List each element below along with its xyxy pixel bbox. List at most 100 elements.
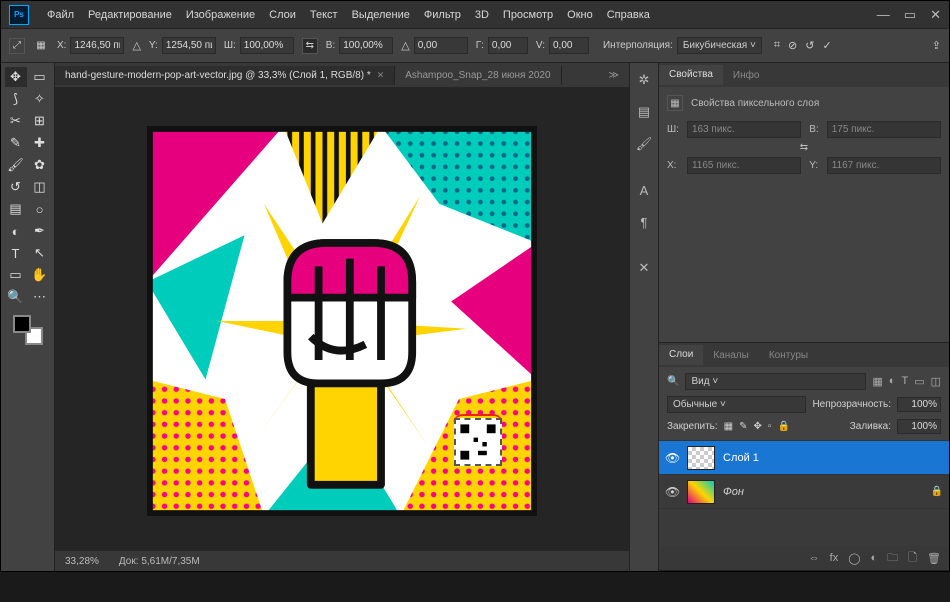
link-layers-icon[interactable]: ⇔: [809, 552, 820, 564]
layer-thumb[interactable]: [687, 480, 715, 504]
tab-properties[interactable]: Свойства: [659, 65, 723, 85]
zoom-tool[interactable]: 🔍: [5, 287, 27, 307]
move-tool[interactable]: ✥: [5, 67, 27, 87]
menu-help[interactable]: Справка: [601, 5, 656, 25]
magic-wand-tool[interactable]: ✧: [29, 89, 51, 109]
tab-paths[interactable]: Контуры: [759, 346, 818, 365]
maximize-button[interactable]: ▭: [904, 7, 916, 23]
lock-artboard-icon[interactable]: ▫: [768, 421, 772, 432]
canvas-viewport[interactable]: 33,28% Док: 5,61M/7,35M: [55, 87, 629, 571]
y-input[interactable]: [162, 37, 216, 54]
stamp-tool[interactable]: ✿: [29, 155, 51, 175]
fg-color-swatch[interactable]: [13, 315, 31, 333]
filter-shape-icon[interactable]: ▭: [914, 375, 924, 388]
collapsed-history-icon[interactable]: ✲: [635, 71, 653, 89]
layer-name[interactable]: Фон: [723, 486, 744, 498]
cancel-transform-icon[interactable]: ⊘: [788, 39, 797, 52]
menu-3d[interactable]: 3D: [469, 5, 495, 25]
shape-tool[interactable]: ▭: [5, 265, 27, 285]
blend-mode-select[interactable]: Обычные ˅: [667, 396, 806, 413]
menu-filter[interactable]: Фильтр: [418, 5, 467, 25]
canvas[interactable]: [147, 126, 537, 516]
edit-toolbar[interactable]: ⋯: [29, 287, 51, 307]
filter-adjust-icon[interactable]: ◐: [889, 375, 896, 388]
close-tab-icon[interactable]: ✕: [377, 70, 385, 81]
lasso-tool[interactable]: ⟆: [5, 89, 27, 109]
history-brush-tool[interactable]: ↺: [5, 177, 27, 197]
heal-tool[interactable]: ✚: [29, 133, 51, 153]
filter-type-icon[interactable]: T: [901, 375, 908, 388]
visibility-toggle-icon[interactable]: 👁: [665, 485, 679, 499]
collapsed-brushes-icon[interactable]: 🖌: [635, 135, 653, 153]
vskew-input[interactable]: [549, 37, 589, 54]
brush-tool[interactable]: 🖌: [5, 155, 27, 175]
share-icon[interactable]: ⇪: [932, 39, 941, 52]
layer-thumb[interactable]: [687, 446, 715, 470]
menu-window[interactable]: Окно: [561, 5, 599, 25]
menu-type[interactable]: Текст: [304, 5, 344, 25]
new-layer-icon[interactable]: 🗋: [908, 549, 917, 568]
collapsed-char-icon[interactable]: A: [635, 181, 653, 199]
hand-tool[interactable]: ✋: [29, 265, 51, 285]
zoom-value[interactable]: 33,28%: [65, 556, 99, 567]
hskew-input[interactable]: [488, 37, 528, 54]
document-tab-active[interactable]: hand-gesture-modern-pop-art-vector.jpg @…: [55, 66, 395, 85]
collapsed-actions-icon[interactable]: ▤: [635, 103, 653, 121]
visibility-toggle-icon[interactable]: 👁: [665, 451, 679, 465]
collapsed-swatches-icon[interactable]: ✕: [635, 259, 653, 277]
marquee-tool[interactable]: ▭: [29, 67, 51, 87]
fill-input[interactable]: [897, 419, 941, 434]
eyedropper-tool[interactable]: ✎: [5, 133, 27, 153]
dodge-tool[interactable]: ◐: [5, 221, 27, 241]
search-icon[interactable]: 🔍: [667, 376, 679, 387]
minimize-button[interactable]: —: [877, 7, 890, 23]
gradient-tool[interactable]: ▤: [5, 199, 27, 219]
qr-selection-overlay[interactable]: [454, 418, 502, 466]
path-select-tool[interactable]: ↖: [29, 243, 51, 263]
opacity-input[interactable]: [897, 397, 941, 412]
menu-file[interactable]: Файл: [41, 5, 80, 25]
tabs-overflow[interactable]: ≫: [599, 66, 629, 85]
lock-move-icon[interactable]: ✥: [754, 421, 762, 432]
lock-all-icon[interactable]: 🔒: [777, 421, 789, 432]
layer-mask-icon[interactable]: ◯: [848, 552, 860, 565]
blur-tool[interactable]: ○: [29, 199, 51, 219]
filter-smart-icon[interactable]: ◫: [931, 375, 941, 388]
layer-fx-icon[interactable]: fx: [830, 552, 839, 564]
lock-position-icon[interactable]: ✎: [739, 421, 747, 432]
color-picker[interactable]: [13, 315, 43, 345]
reference-point-icon[interactable]: ▦: [33, 38, 49, 54]
tab-info[interactable]: Инфо: [723, 66, 770, 85]
layer-row-bg[interactable]: 👁 Фон 🔒: [659, 475, 949, 509]
interp-select[interactable]: Бикубическая ˅: [677, 37, 762, 54]
delete-layer-icon[interactable]: 🗑: [927, 552, 941, 565]
layer-row-1[interactable]: 👁 Слой 1: [659, 441, 949, 475]
menu-view[interactable]: Просмотр: [497, 5, 559, 25]
warp-icon[interactable]: ⌗: [774, 39, 780, 52]
layer-name[interactable]: Слой 1: [723, 452, 759, 464]
collapsed-para-icon[interactable]: ¶: [635, 213, 653, 231]
frame-tool[interactable]: ⊞: [29, 111, 51, 131]
delta-icon[interactable]: △: [132, 39, 140, 52]
angle-input[interactable]: [414, 37, 468, 54]
link-wh-icon[interactable]: ⇆: [302, 38, 318, 54]
filter-pixel-icon[interactable]: ▦: [872, 375, 882, 388]
layer-filter-select[interactable]: Вид ˅: [685, 373, 866, 390]
commit-transform-icon[interactable]: ✓: [822, 39, 831, 52]
h-input[interactable]: [339, 37, 393, 54]
menu-layers[interactable]: Слои: [263, 5, 302, 25]
pen-tool[interactable]: ✒: [29, 221, 51, 241]
transform-tool-icon[interactable]: ⤢: [9, 38, 25, 54]
group-layers-icon[interactable]: 🗀: [887, 549, 898, 568]
tab-channels[interactable]: Каналы: [703, 346, 759, 365]
adjustment-layer-icon[interactable]: ◐: [871, 552, 878, 564]
type-tool[interactable]: T: [5, 243, 27, 263]
menu-select[interactable]: Выделение: [346, 5, 416, 25]
close-button[interactable]: ✕: [930, 7, 941, 23]
lock-pixels-icon[interactable]: ▦: [724, 421, 733, 432]
reset-transform-icon[interactable]: ↺: [805, 39, 814, 52]
menu-edit[interactable]: Редактирование: [82, 5, 178, 25]
tab-layers[interactable]: Слои: [659, 345, 703, 365]
eraser-tool[interactable]: ◫: [29, 177, 51, 197]
crop-tool[interactable]: ✂: [5, 111, 27, 131]
